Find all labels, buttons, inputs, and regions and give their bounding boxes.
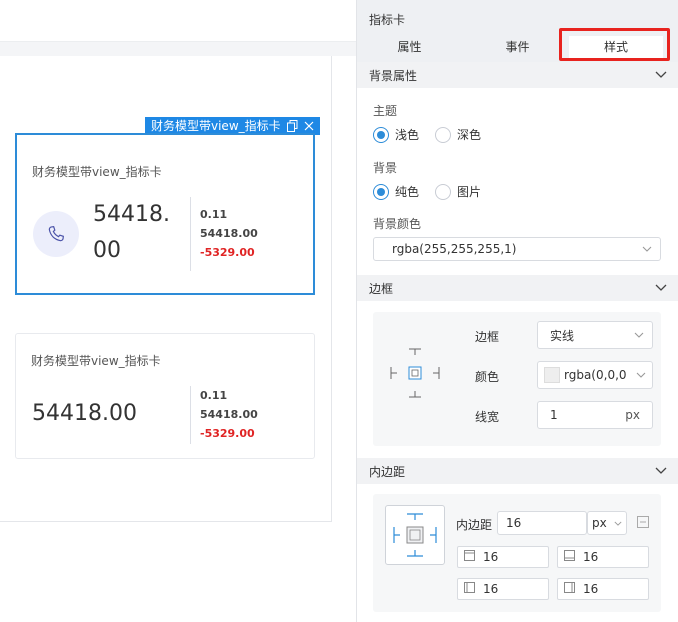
chevron-down-icon	[614, 521, 622, 526]
color-display: rgba(0,0,0	[544, 367, 627, 383]
theme-radio-light[interactable]: 浅色	[373, 126, 419, 143]
tab-style[interactable]: 样式	[569, 36, 663, 58]
select-value: 实线	[550, 328, 575, 343]
border-width-input[interactable]: 1 px	[537, 401, 653, 429]
collapse-square-icon[interactable]	[637, 516, 649, 531]
padding-top-icon	[464, 550, 475, 564]
background-color-label: 背景颜色	[373, 217, 422, 231]
canvas-frame-edge	[331, 56, 332, 522]
input-value: 1	[550, 408, 558, 422]
padding-all-input[interactable]: 16	[497, 511, 587, 535]
input-value: 16	[506, 516, 522, 530]
radio-label: 深色	[457, 128, 482, 142]
padding-top-input[interactable]: 16	[457, 546, 549, 568]
chevron-down-icon	[642, 246, 652, 252]
value-divider	[190, 386, 191, 444]
value-divider	[190, 197, 191, 271]
background-label: 背景	[373, 161, 398, 175]
chevron-down-icon[interactable]	[655, 464, 667, 478]
radio-dot	[435, 126, 452, 143]
sub-value-amount: 54418.00	[200, 227, 258, 240]
padding-right-icon	[564, 582, 575, 596]
chevron-down-icon[interactable]	[655, 68, 667, 82]
phone-icon	[33, 211, 79, 257]
padding-side-selector[interactable]	[385, 505, 445, 565]
card-title: 财务模型带view_指标卡	[31, 354, 161, 368]
canvas-frame-edge	[0, 521, 332, 522]
background-radio-solid[interactable]: 纯色	[373, 183, 419, 200]
dashboard-canvas[interactable]: 财务模型带view_指标卡 财务模型带view_指标卡 54418.00 0.1…	[0, 0, 356, 622]
section-title: 内边距	[369, 464, 406, 479]
sub-value-change: -5329.00	[200, 246, 255, 259]
sub-values: 0.11 54418.00 -5329.00	[200, 386, 258, 443]
canvas-toolbar-shadow	[0, 42, 356, 56]
theme-radio-group: 浅色 深色	[373, 126, 481, 143]
background-radio-image[interactable]: 图片	[435, 183, 481, 200]
section-header-border[interactable]: 边框	[357, 275, 678, 301]
input-value: 16	[583, 582, 599, 596]
theme-label: 主题	[373, 104, 398, 118]
padding-left-input[interactable]: 16	[457, 578, 549, 600]
kpi-card[interactable]: 财务模型带view_指标卡 54418.00 0.11 54418.00 -53…	[15, 333, 315, 459]
card-title: 财务模型带view_指标卡	[32, 165, 162, 179]
main-value: 54418.00	[93, 202, 170, 263]
section-title: 边框	[369, 281, 394, 296]
padding-left-icon	[464, 582, 475, 596]
main-value: 54418.00	[32, 401, 137, 426]
padding-bottom-input[interactable]: 16	[557, 546, 649, 568]
background-radio-group: 纯色 图片	[373, 183, 481, 200]
select-value: rgba(0,0,0	[564, 368, 627, 382]
theme-radio-dark[interactable]: 深色	[435, 126, 481, 143]
color-swatch	[544, 367, 560, 383]
unit-label: px	[625, 408, 640, 422]
input-value: 16	[583, 550, 599, 564]
radio-label: 浅色	[395, 128, 420, 142]
sub-value-change: -5329.00	[200, 427, 255, 440]
canvas-toolbar	[0, 0, 356, 42]
tab-events[interactable]: 事件	[475, 36, 560, 58]
copy-icon[interactable]	[286, 120, 298, 132]
input-value: 16	[483, 550, 499, 564]
radio-dot	[373, 126, 389, 143]
section-header-background[interactable]: 背景属性	[357, 62, 678, 88]
panel-header: 指标卡 属性 事件 样式	[357, 0, 678, 62]
border-style-select[interactable]: 实线	[537, 321, 653, 349]
radio-dot	[435, 183, 452, 200]
border-style-label: 边框	[475, 330, 500, 344]
sub-values: 0.11 54418.00 -5329.00	[200, 205, 258, 262]
border-color-select[interactable]: rgba(0,0,0	[537, 361, 653, 389]
sub-value-ratio: 0.11	[200, 208, 228, 221]
kpi-card-selected[interactable]: 财务模型带view_指标卡 54418.00 0.11 54418.00 -53…	[15, 133, 315, 295]
padding-right-input[interactable]: 16	[557, 578, 649, 600]
radio-label: 图片	[457, 185, 482, 199]
padding-unit-select[interactable]: px	[587, 511, 627, 535]
tab-properties[interactable]: 属性	[367, 36, 452, 58]
radio-label: 纯色	[395, 185, 420, 199]
select-value: rgba(255,255,255,1)	[392, 242, 517, 256]
close-icon[interactable]	[304, 121, 314, 131]
properties-panel: 指标卡 属性 事件 样式 背景属性 主题 浅色 深色 背景 纯色 图片 背景颜色…	[356, 0, 678, 622]
padding-label: 内边距	[456, 518, 493, 532]
border-side-selector[interactable]	[387, 342, 443, 404]
padding-bottom-icon	[564, 550, 575, 564]
input-value: 16	[483, 582, 499, 596]
radio-dot	[373, 183, 389, 200]
sub-value-amount: 54418.00	[200, 408, 258, 421]
section-title: 背景属性	[369, 68, 418, 83]
chevron-down-icon[interactable]	[655, 281, 667, 295]
chevron-down-icon	[636, 372, 646, 378]
section-header-padding[interactable]: 内边距	[357, 458, 678, 484]
border-color-label: 颜色	[475, 370, 500, 384]
border-width-label: 线宽	[475, 410, 500, 424]
select-value: px	[592, 516, 607, 530]
sub-value-ratio: 0.11	[200, 389, 228, 402]
chevron-down-icon	[634, 332, 644, 338]
background-color-select[interactable]: rgba(255,255,255,1)	[373, 237, 661, 261]
panel-title: 指标卡	[369, 13, 406, 27]
